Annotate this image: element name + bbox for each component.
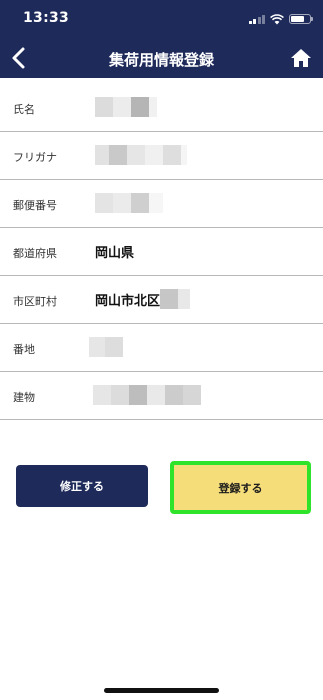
form-row-address-number: 番地 — [0, 324, 323, 372]
register-button[interactable]: 登録する — [170, 461, 311, 514]
home-indicator[interactable] — [104, 688, 219, 693]
redacted-text — [160, 289, 191, 309]
redacted-furigana-value — [95, 145, 187, 165]
field-label: 郵便番号 — [13, 199, 57, 212]
city-value-text: 岡山市北区 — [95, 293, 161, 309]
status-bar: 13:33 — [0, 0, 323, 38]
form-row-building: 建物 — [0, 372, 323, 420]
registration-form: 氏名 フリガナ 郵便番号 都道府県 岡山県 市区町村 岡山市北区 番地 建物 — [0, 84, 323, 420]
prefecture-value: 岡山県 — [95, 245, 135, 261]
form-row-city: 市区町村 岡山市北区 — [0, 276, 323, 324]
redacted-text — [95, 193, 163, 213]
form-row-prefecture: 都道府県 岡山県 — [0, 228, 323, 276]
redacted-postal-value — [95, 193, 163, 213]
chevron-left-icon[interactable] — [4, 42, 36, 74]
wifi-icon — [270, 13, 284, 24]
redacted-text — [93, 385, 201, 405]
field-label: 建物 — [13, 391, 35, 404]
redacted-text — [95, 145, 187, 165]
redacted-text — [95, 97, 157, 117]
city-value: 岡山市北区 — [95, 289, 191, 309]
field-label: 市区町村 — [13, 295, 57, 308]
field-label: 番地 — [13, 343, 35, 356]
nav-bar: 集荷用情報登録 — [0, 38, 323, 78]
field-label: 氏名 — [13, 103, 35, 116]
redacted-address-value — [89, 337, 123, 357]
edit-button[interactable]: 修正する — [16, 465, 148, 507]
field-label: フリガナ — [13, 151, 57, 164]
home-icon[interactable] — [287, 44, 315, 72]
redacted-name-value — [95, 97, 157, 117]
form-row-furigana: フリガナ — [0, 132, 323, 180]
form-row-postal-code: 郵便番号 — [0, 180, 323, 228]
form-row-name: 氏名 — [0, 84, 323, 132]
page-title: 集荷用情報登録 — [108, 51, 215, 69]
field-label: 都道府県 — [13, 247, 57, 260]
status-time: 13:33 — [23, 10, 70, 26]
system-icons — [248, 12, 313, 26]
signal-icon — [248, 14, 265, 24]
redacted-text — [89, 337, 123, 357]
battery-icon — [289, 14, 313, 24]
redacted-building-value — [93, 385, 201, 405]
